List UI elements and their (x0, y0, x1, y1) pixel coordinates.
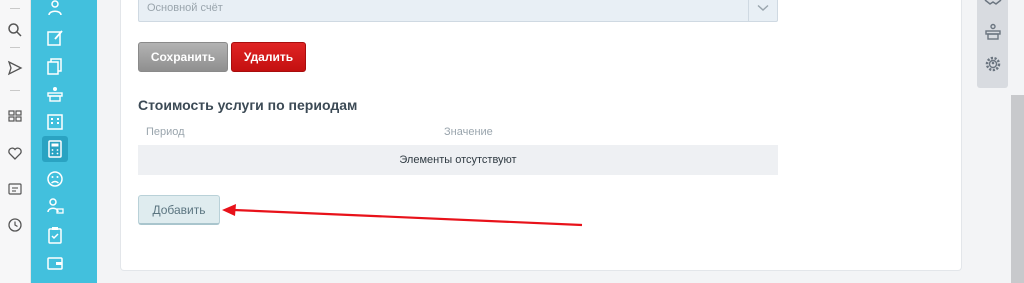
annotation-arrow (222, 204, 583, 227)
